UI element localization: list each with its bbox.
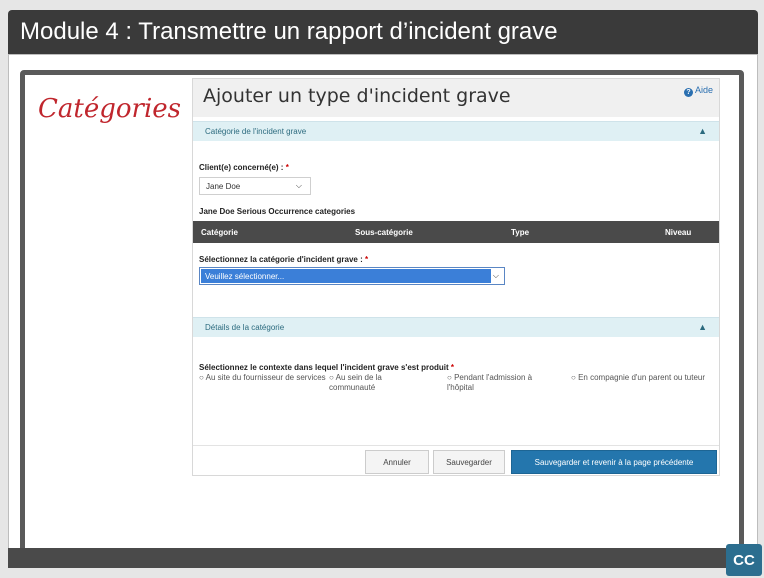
help-link[interactable]: ? Aide bbox=[683, 85, 713, 97]
column-header-category[interactable]: Catégorie bbox=[201, 228, 238, 237]
incident-form-panel: Ajouter un type d'incident grave ? Aide C… bbox=[192, 78, 720, 476]
section-category-label: Catégorie de l'incident grave bbox=[205, 127, 307, 136]
help-icon: ? bbox=[683, 88, 693, 97]
save-button[interactable]: Sauvegarder bbox=[433, 450, 505, 474]
chevron-up-icon[interactable]: ▲ bbox=[698, 322, 707, 332]
module-title: Module 4 : Transmettre un rapport d’inci… bbox=[20, 18, 558, 45]
required-mark: * bbox=[285, 163, 289, 172]
client-field-label: Client(e) concerné(e) : * bbox=[199, 163, 289, 172]
context-radio-label: Pendant l'admission à l'hôpital bbox=[447, 373, 533, 392]
radio-circle-icon: ○ bbox=[329, 373, 334, 382]
context-radio-provider-site[interactable]: ○ Au site du fournisseur de services bbox=[199, 373, 329, 383]
chevron-up-icon[interactable]: ▲ bbox=[698, 126, 707, 136]
module-title-bar: Module 4 : Transmettre un rapport d’inci… bbox=[8, 10, 758, 54]
chevron-down-icon: ⌵ bbox=[295, 181, 302, 190]
context-radio-label: En compagnie d'un parent ou tuteur bbox=[578, 373, 706, 382]
cancel-button[interactable]: Annuler bbox=[365, 450, 429, 474]
chevron-down-icon: ⌵ bbox=[492, 271, 499, 280]
form-header: Ajouter un type d'incident grave ? Aide bbox=[193, 79, 719, 117]
client-select[interactable]: Jane Doe ⌵ bbox=[199, 177, 311, 195]
player-bottom-bar bbox=[8, 548, 758, 568]
form-title: Ajouter un type d'incident grave bbox=[203, 85, 511, 107]
section-category-header[interactable]: Catégorie de l'incident grave ▲ bbox=[193, 121, 719, 141]
help-label: Aide bbox=[694, 85, 713, 95]
column-header-subcategory[interactable]: Sous-catégorie bbox=[355, 228, 413, 237]
categories-heading: Catégories bbox=[38, 94, 181, 124]
required-mark: * bbox=[450, 363, 454, 372]
context-radio-hospital-admission[interactable]: ○ Pendant l'admission à l'hôpital bbox=[447, 373, 557, 393]
closed-captions-button[interactable]: CC bbox=[726, 544, 762, 576]
save-and-return-button[interactable]: Sauvegarder et revenir à la page précéde… bbox=[511, 450, 717, 474]
context-radio-label: Au sein de la communauté bbox=[329, 373, 382, 392]
categories-table-header: Catégorie Sous-catégorie Type Niveau bbox=[193, 221, 719, 243]
context-label-text: Sélectionnez le contexte dans lequel l'i… bbox=[199, 363, 451, 372]
context-label: Sélectionnez le contexte dans lequel l'i… bbox=[199, 363, 454, 372]
incident-category-select-value: Veuillez sélectionner... bbox=[201, 269, 491, 283]
context-radio-label: Au site du fournisseur de services bbox=[205, 373, 326, 382]
client-label-text: Client(e) concerné(e) : bbox=[199, 163, 286, 172]
select-category-label: Sélectionnez la catégorie d'incident gra… bbox=[199, 255, 368, 264]
categories-table-heading: Jane Doe Serious Occurrence categories bbox=[199, 207, 356, 216]
radio-circle-icon: ○ bbox=[199, 373, 204, 382]
incident-category-select[interactable]: Veuillez sélectionner... ⌵ bbox=[199, 267, 505, 285]
context-radio-parent-guardian[interactable]: ○ En compagnie d'un parent ou tuteur bbox=[571, 373, 715, 383]
column-header-level[interactable]: Niveau bbox=[665, 228, 691, 237]
section-details-label: Détails de la catégorie bbox=[205, 323, 285, 332]
context-radio-community[interactable]: ○ Au sein de la communauté bbox=[329, 373, 429, 393]
form-actions: Annuler Sauvegarder Sauvegarder et reven… bbox=[193, 445, 719, 475]
client-select-value: Jane Doe bbox=[206, 182, 241, 191]
select-category-label-text: Sélectionnez la catégorie d'incident gra… bbox=[199, 255, 365, 264]
radio-circle-icon: ○ bbox=[571, 373, 576, 382]
required-mark: * bbox=[364, 255, 369, 264]
section-details-header[interactable]: Détails de la catégorie ▲ bbox=[193, 317, 719, 337]
radio-circle-icon: ○ bbox=[447, 373, 452, 382]
column-header-type[interactable]: Type bbox=[511, 228, 529, 237]
